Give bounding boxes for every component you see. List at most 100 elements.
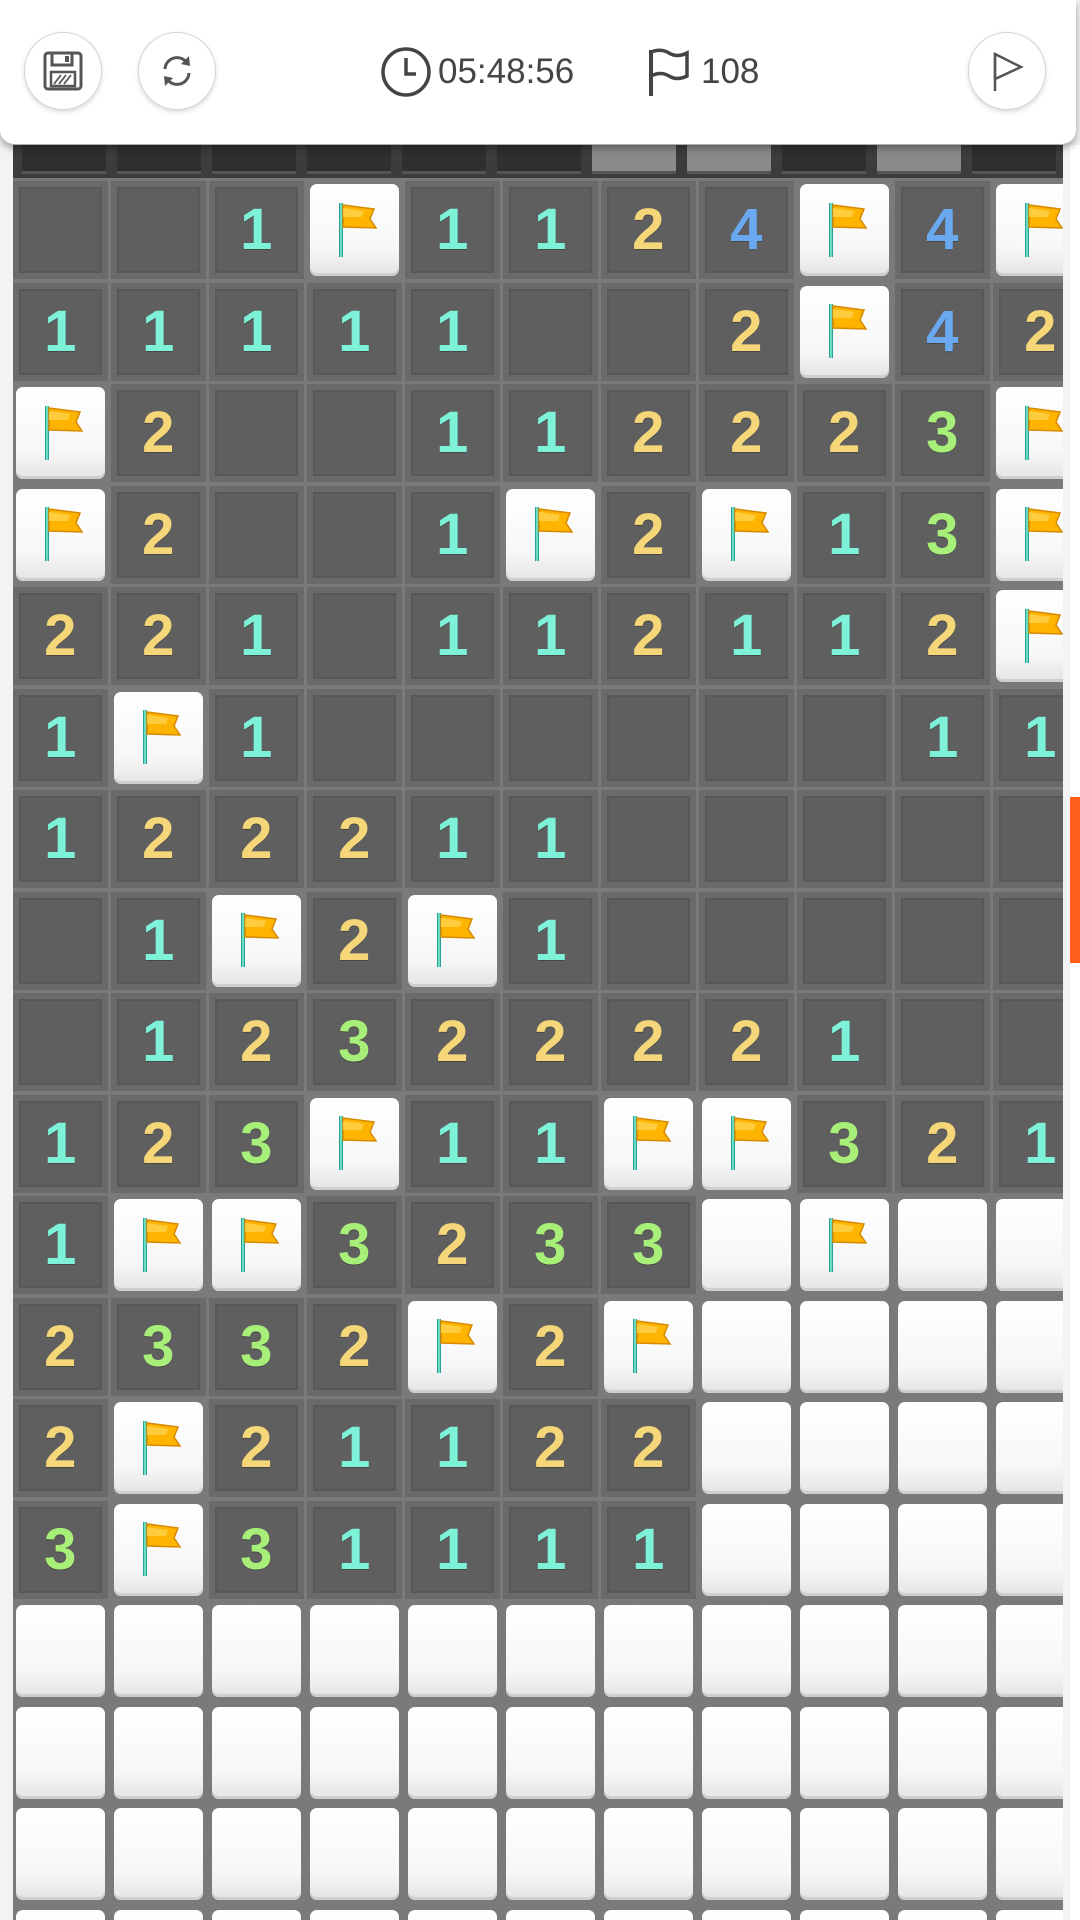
cell-empty[interactable] — [307, 384, 402, 482]
cell-number[interactable]: 1 — [699, 587, 794, 685]
cell-number[interactable]: 2 — [895, 587, 990, 685]
cell-number[interactable]: 3 — [307, 993, 402, 1091]
cell-empty[interactable] — [699, 688, 794, 787]
cell-number[interactable]: 1 — [307, 1500, 402, 1599]
cell-number[interactable]: 3 — [895, 485, 990, 584]
cell-hidden[interactable] — [996, 1605, 1063, 1697]
cell-empty[interactable] — [307, 485, 402, 584]
cell-hidden[interactable] — [702, 1199, 791, 1291]
cell-hidden[interactable] — [310, 1605, 399, 1697]
cell-flagged[interactable] — [996, 488, 1063, 581]
cell-hidden[interactable] — [702, 1300, 791, 1393]
cell-hidden[interactable] — [212, 1808, 301, 1900]
cell-number[interactable]: 1 — [209, 587, 304, 685]
cell-hidden[interactable] — [212, 1909, 301, 1920]
cell-number[interactable]: 2 — [405, 993, 500, 1091]
cell-number[interactable]: 2 — [13, 587, 108, 685]
cell-number[interactable]: 1 — [111, 282, 206, 381]
cell-number[interactable]: 2 — [601, 587, 696, 685]
cell-hidden[interactable] — [114, 1808, 203, 1900]
cell-number[interactable]: 1 — [209, 282, 304, 381]
cell-number[interactable]: 3 — [797, 1094, 892, 1193]
cell-flagged[interactable] — [702, 488, 791, 581]
cell-empty[interactable] — [699, 891, 794, 990]
cell-flagged[interactable] — [604, 1300, 693, 1393]
cell-hidden[interactable] — [16, 1909, 105, 1920]
cell-number[interactable]: 2 — [111, 1094, 206, 1193]
cell-number[interactable]: 2 — [111, 587, 206, 685]
cell-number[interactable]: 1 — [503, 891, 598, 990]
cell-number[interactable]: 1 — [797, 587, 892, 685]
cell-hidden[interactable] — [506, 1909, 595, 1920]
cell-hidden[interactable] — [996, 1706, 1063, 1799]
cell-hidden[interactable] — [996, 1909, 1063, 1920]
cell-empty[interactable] — [503, 282, 598, 381]
cell-number[interactable]: 1 — [13, 1094, 108, 1193]
cell-empty[interactable] — [895, 993, 990, 1091]
cell-flagged[interactable] — [408, 1300, 497, 1393]
cell-flagged[interactable] — [800, 1199, 889, 1291]
cell-number[interactable]: 1 — [209, 181, 304, 279]
cell-empty[interactable] — [601, 688, 696, 787]
cell-hidden[interactable] — [898, 1503, 987, 1596]
cell-number[interactable]: 2 — [209, 790, 304, 888]
cell-empty[interactable] — [307, 587, 402, 685]
cell-flagged[interactable] — [996, 184, 1063, 276]
cell-empty[interactable] — [993, 790, 1063, 888]
cell-hidden[interactable] — [898, 1605, 987, 1697]
cell-number[interactable]: 1 — [405, 485, 500, 584]
cell-number[interactable]: 3 — [601, 1196, 696, 1294]
cell-hidden[interactable] — [898, 1706, 987, 1799]
cell-number[interactable]: 2 — [307, 891, 402, 990]
cell-number[interactable]: 1 — [601, 1500, 696, 1599]
flag-mode-button[interactable] — [968, 32, 1046, 110]
cell-number[interactable]: 2 — [699, 384, 794, 482]
cell-hidden[interactable] — [996, 1808, 1063, 1900]
cell-number[interactable]: 1 — [13, 1196, 108, 1294]
cell-hidden[interactable] — [604, 1808, 693, 1900]
cell-number[interactable]: 2 — [405, 1196, 500, 1294]
cell-number[interactable]: 2 — [209, 1399, 304, 1497]
scrollbar-track[interactable] — [1070, 145, 1080, 1920]
scrollbar-thumb[interactable] — [1070, 797, 1080, 963]
cell-number[interactable]: 3 — [307, 1196, 402, 1294]
cell-flagged[interactable] — [800, 184, 889, 276]
cell-hidden[interactable] — [898, 1300, 987, 1393]
cell-hidden[interactable] — [800, 1909, 889, 1920]
cell-number[interactable]: 3 — [503, 1196, 598, 1294]
cell-hidden[interactable] — [702, 1706, 791, 1799]
cell-flagged[interactable] — [506, 488, 595, 581]
cell-hidden[interactable] — [996, 1503, 1063, 1596]
cell-flagged[interactable] — [212, 894, 301, 987]
cell-hidden[interactable] — [800, 1706, 889, 1799]
cell-number[interactable]: 1 — [307, 282, 402, 381]
cell-number[interactable]: 1 — [209, 688, 304, 787]
cell-number[interactable]: 1 — [405, 282, 500, 381]
cell-number[interactable]: 2 — [601, 485, 696, 584]
cell-hidden[interactable] — [114, 1706, 203, 1799]
cell-number[interactable]: 1 — [993, 688, 1063, 787]
cell-flagged[interactable] — [604, 1097, 693, 1190]
cell-empty[interactable] — [13, 181, 108, 279]
cell-number[interactable]: 1 — [405, 1094, 500, 1193]
cell-number[interactable]: 1 — [13, 282, 108, 381]
cell-number[interactable]: 1 — [13, 688, 108, 787]
cell-number[interactable]: 2 — [111, 384, 206, 482]
cell-hidden[interactable] — [16, 1808, 105, 1900]
cell-hidden[interactable] — [310, 1909, 399, 1920]
cell-flagged[interactable] — [310, 1097, 399, 1190]
save-button[interactable] — [24, 32, 102, 110]
cell-hidden[interactable] — [800, 1605, 889, 1697]
cell-number[interactable]: 1 — [503, 587, 598, 685]
cell-number[interactable]: 2 — [307, 790, 402, 888]
cell-hidden[interactable] — [800, 1808, 889, 1900]
cell-hidden[interactable] — [898, 1909, 987, 1920]
cell-number[interactable]: 1 — [111, 891, 206, 990]
cell-number[interactable]: 1 — [797, 993, 892, 1091]
cell-number[interactable]: 1 — [503, 790, 598, 888]
cell-number[interactable]: 1 — [503, 384, 598, 482]
cell-number[interactable]: 1 — [405, 181, 500, 279]
cell-number[interactable]: 2 — [13, 1399, 108, 1497]
cell-number[interactable]: 1 — [503, 1500, 598, 1599]
cell-number[interactable]: 2 — [601, 384, 696, 482]
